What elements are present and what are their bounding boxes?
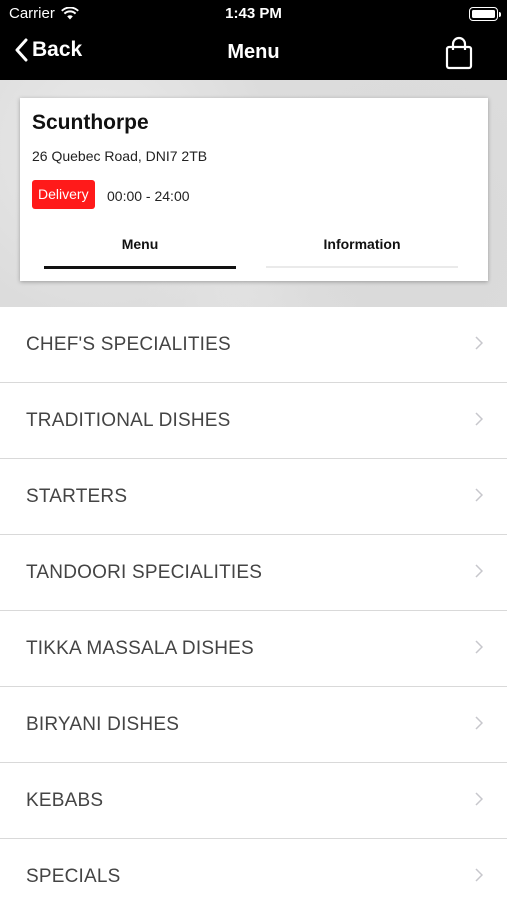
battery-icon bbox=[469, 7, 501, 21]
menu-category-list: CHEF'S SPECIALITIES TRADITIONAL DISHES S… bbox=[0, 307, 507, 900]
menu-category-label: SPECIALS bbox=[26, 865, 121, 887]
status-time: 1:43 PM bbox=[225, 5, 282, 22]
menu-category-item[interactable]: TIKKA MASSALA DISHES bbox=[0, 611, 507, 687]
menu-category-item[interactable]: STARTERS bbox=[0, 459, 507, 535]
chevron-right-icon bbox=[475, 564, 483, 578]
status-bar: Carrier 1:43 PM bbox=[0, 0, 507, 28]
menu-category-item[interactable]: BIRYANI DISHES bbox=[0, 687, 507, 763]
cart-button[interactable] bbox=[445, 36, 473, 75]
menu-category-item[interactable]: TRADITIONAL DISHES bbox=[0, 383, 507, 459]
menu-category-label: STARTERS bbox=[26, 485, 128, 507]
opening-hours: 00:00 - 24:00 bbox=[107, 188, 190, 204]
menu-category-label: KEBABS bbox=[26, 789, 104, 811]
menu-category-label: BIRYANI DISHES bbox=[26, 713, 180, 735]
chevron-right-icon bbox=[475, 488, 483, 502]
menu-category-item[interactable]: CHEF'S SPECIALITIES bbox=[0, 307, 507, 383]
tab-menu-indicator bbox=[44, 266, 236, 269]
chevron-right-icon bbox=[475, 716, 483, 730]
tab-menu[interactable]: Menu bbox=[44, 236, 236, 252]
chevron-right-icon bbox=[475, 868, 483, 882]
menu-category-label: TIKKA MASSALA DISHES bbox=[26, 637, 254, 659]
chevron-right-icon bbox=[475, 640, 483, 654]
restaurant-address: 26 Quebec Road, DNI7 2TB bbox=[32, 148, 208, 164]
menu-category-label: CHEF'S SPECIALITIES bbox=[26, 333, 231, 355]
menu-category-item[interactable]: SPECIALS bbox=[0, 839, 507, 900]
shopping-bag-icon bbox=[445, 36, 473, 70]
delivery-badge: Delivery bbox=[32, 180, 95, 209]
chevron-right-icon bbox=[475, 336, 483, 350]
chevron-right-icon bbox=[475, 412, 483, 426]
menu-category-label: TRADITIONAL DISHES bbox=[26, 409, 231, 431]
tab-information-indicator bbox=[266, 266, 458, 268]
tab-information[interactable]: Information bbox=[266, 236, 458, 252]
menu-category-item[interactable]: TANDOORI SPECIALITIES bbox=[0, 535, 507, 611]
nav-bar: Back Menu bbox=[0, 28, 507, 80]
page-title: Menu bbox=[227, 41, 280, 63]
restaurant-name: Scunthorpe bbox=[32, 111, 149, 134]
chevron-right-icon bbox=[475, 792, 483, 806]
restaurant-card: Scunthorpe 26 Quebec Road, DNI7 2TB Deli… bbox=[20, 98, 488, 281]
menu-category-label: TANDOORI SPECIALITIES bbox=[26, 561, 263, 583]
menu-category-item[interactable]: KEBABS bbox=[0, 763, 507, 839]
